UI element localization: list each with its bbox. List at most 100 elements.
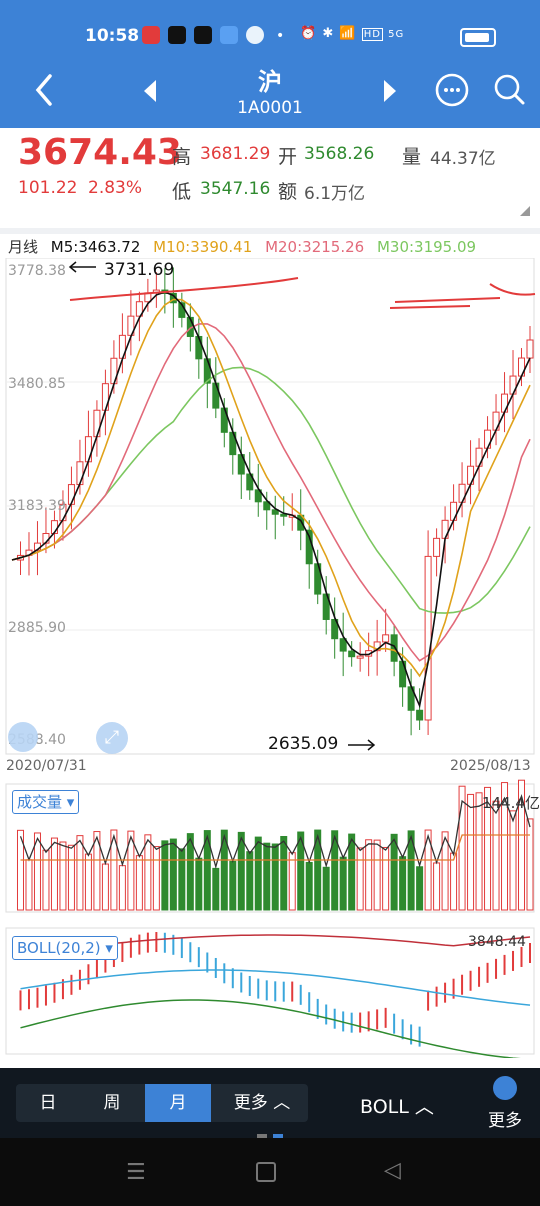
ma30-line — [11, 366, 531, 614]
high-label: 高 — [172, 146, 192, 168]
page-title: 沪 — [258, 68, 282, 96]
ma10-line — [11, 298, 531, 678]
y-tick-label: 3480.85 — [8, 376, 66, 392]
candlesticks — [16, 267, 534, 736]
tab-month[interactable]: 月 — [145, 1084, 211, 1122]
tiktok-icon-2 — [194, 26, 212, 44]
indicator-selector[interactable]: BOLL ︿ — [360, 1092, 434, 1119]
signal-icon: 5G — [388, 29, 405, 40]
y-tick-label: 3183.39 — [8, 498, 66, 514]
expand-quote-icon[interactable] — [520, 206, 530, 216]
boll-last-value: 3848.44 — [468, 934, 526, 950]
volume-bar — [416, 866, 424, 911]
candle — [509, 350, 517, 420]
x-end-date: 2025/08/13 — [450, 758, 531, 774]
app-notification-icon — [142, 26, 160, 44]
boll-indicator-dropdown[interactable]: BOLL(20,2) ▾ — [12, 936, 118, 960]
chart-scroll-button[interactable] — [8, 722, 38, 752]
price-change: 101.22 — [18, 178, 78, 198]
period-label: 月线 — [8, 238, 39, 256]
ma30-value: M30:3195.09 — [376, 238, 477, 256]
volume-bar — [339, 856, 347, 911]
candle — [288, 493, 296, 531]
volume-bar — [263, 842, 271, 911]
candle — [467, 440, 475, 505]
candle — [203, 336, 211, 409]
volume-bar — [356, 847, 364, 911]
volume-bar — [348, 833, 356, 911]
more-button[interactable]: 更多 — [484, 1076, 526, 1136]
low-value: 3547.16 — [200, 179, 271, 199]
volume-bar — [492, 800, 500, 911]
volume-label: 量 — [402, 146, 422, 168]
volume-value: 44.37亿 — [430, 149, 496, 169]
ma5-line — [11, 291, 531, 709]
prev-stock-icon[interactable] — [140, 78, 160, 104]
wifi-icon: 📶 — [339, 26, 357, 41]
candle — [127, 290, 135, 356]
period-tabs: 日 周 月 更多 ︿ — [16, 1084, 308, 1122]
next-stock-icon[interactable] — [380, 78, 400, 104]
candle — [305, 520, 313, 589]
fullscreen-icon[interactable]: ⤢ — [96, 722, 128, 754]
tab-day[interactable]: 日 — [16, 1084, 80, 1122]
amount-label: 额 — [278, 181, 298, 203]
volume-bar — [373, 839, 381, 911]
volume-bar — [84, 853, 92, 911]
volume-bar — [42, 849, 50, 911]
candle — [42, 507, 50, 554]
volume-bar — [101, 863, 109, 911]
volume-bar — [118, 865, 126, 911]
candle — [237, 436, 245, 500]
battery-icon — [460, 28, 496, 47]
volume-bar — [169, 838, 177, 911]
volume-bar — [212, 867, 220, 911]
candle — [501, 372, 509, 433]
price-change-pct: 2.83% — [88, 178, 143, 198]
app-icon — [220, 26, 238, 44]
candle — [195, 318, 203, 379]
volume-bar — [76, 835, 84, 911]
volume-bar — [526, 818, 534, 911]
candle — [424, 530, 432, 735]
tab-more[interactable]: 更多 ︿ — [216, 1084, 308, 1122]
volume-bar — [178, 848, 186, 911]
candle — [271, 495, 279, 540]
annotation-stroke — [389, 305, 471, 309]
status-time: 10:58 — [85, 26, 140, 46]
max-annotation: 3731.69 — [104, 260, 175, 280]
amount-value: 6.1万亿 — [304, 184, 366, 204]
hd-icon: HD — [361, 28, 383, 41]
menu-nav-icon[interactable]: ☰ — [126, 1160, 146, 1185]
annotation-stroke — [489, 283, 536, 296]
home-nav-icon[interactable] — [256, 1162, 276, 1182]
open-label: 开 — [278, 146, 298, 168]
system-nav-bar: ☰ ◁ — [0, 1138, 540, 1206]
annotation-stroke — [394, 297, 501, 303]
volume-indicator-dropdown[interactable]: 成交量 ▾ — [12, 790, 80, 814]
candle — [339, 612, 347, 677]
back-nav-icon[interactable]: ◁ — [384, 1158, 401, 1183]
volume-bar — [433, 862, 441, 911]
more-notifications-icon: • — [276, 28, 285, 44]
chat-icon[interactable] — [434, 72, 470, 108]
volume-bar — [195, 857, 203, 911]
search-icon[interactable] — [492, 72, 526, 108]
y-tick-label: 3778.38 — [8, 263, 66, 279]
tab-week[interactable]: 周 — [80, 1084, 144, 1122]
candle — [433, 528, 441, 577]
ma-legend: 月线 M5:3463.72 M10:3390.41 M20:3215.26 M3… — [8, 236, 484, 257]
volume-bar — [382, 846, 390, 911]
boll-lower-line — [20, 999, 521, 1058]
bluetooth-icon: ✱ — [322, 26, 335, 41]
open-value: 3568.26 — [304, 144, 375, 164]
candle — [458, 462, 466, 518]
volume-bar — [467, 793, 475, 911]
more-icon — [493, 1076, 517, 1100]
y-tick-label: 2885.90 — [8, 620, 66, 636]
back-icon[interactable] — [30, 70, 60, 110]
volume-bar — [144, 834, 152, 911]
volume-bar — [450, 852, 458, 911]
volume-bar — [254, 836, 262, 911]
annotation-stroke — [69, 277, 299, 301]
